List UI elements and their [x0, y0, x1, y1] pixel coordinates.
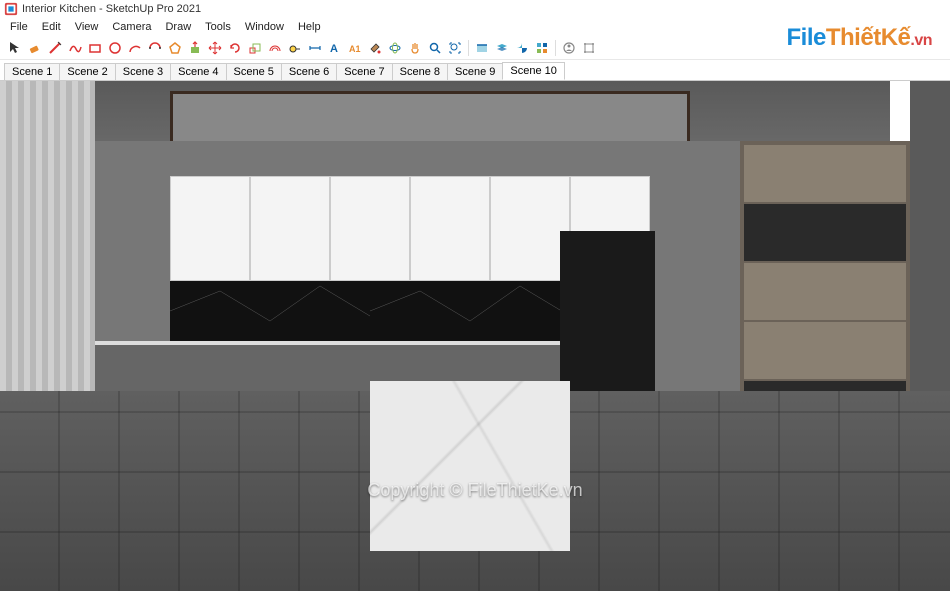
move-tool-icon[interactable]	[206, 39, 224, 57]
offset-tool-icon[interactable]	[266, 39, 284, 57]
scene-tab-5[interactable]: Scene 5	[226, 63, 282, 80]
layers-tool-icon[interactable]	[493, 39, 511, 57]
outliner-tool-icon[interactable]	[560, 39, 578, 57]
freehand-tool-icon[interactable]	[66, 39, 84, 57]
scene-tab-7[interactable]: Scene 7	[336, 63, 392, 80]
watermark-logo-part3: .vn	[910, 32, 932, 49]
scene-tab-1[interactable]: Scene 1	[4, 63, 60, 80]
line-tool-icon[interactable]	[46, 39, 64, 57]
shadows-tool-icon[interactable]	[513, 39, 531, 57]
viewport[interactable]: Copyright © FileThietKe.vn	[0, 80, 950, 591]
window-title: Interior Kitchen - SketchUp Pro 2021	[22, 3, 201, 15]
menu-tools[interactable]: Tools	[199, 20, 237, 34]
svg-text:A: A	[330, 43, 338, 55]
watermark-center-text: Copyright © FileThietKe.vn	[367, 480, 582, 501]
orbit-tool-icon[interactable]	[386, 39, 404, 57]
arc-tool-icon[interactable]	[126, 39, 144, 57]
zoom-tool-icon[interactable]	[426, 39, 444, 57]
circle-tool-icon[interactable]	[106, 39, 124, 57]
zoom-extents-tool-icon[interactable]	[446, 39, 464, 57]
menu-view[interactable]: View	[69, 20, 105, 34]
select-tool-icon[interactable]	[6, 39, 24, 57]
scene-3d-kitchen	[0, 81, 950, 591]
menu-draw[interactable]: Draw	[159, 20, 197, 34]
polygon-tool-icon[interactable]	[166, 39, 184, 57]
scale-tool-icon[interactable]	[246, 39, 264, 57]
components-tool-icon[interactable]	[580, 39, 598, 57]
scene-island	[370, 381, 570, 551]
tape-tool-icon[interactable]	[286, 39, 304, 57]
scene-tab-10[interactable]: Scene 10	[502, 62, 564, 80]
scene-tab-6[interactable]: Scene 6	[281, 63, 337, 80]
title-bar: Interior Kitchen - SketchUp Pro 2021	[0, 0, 950, 18]
pan-tool-icon[interactable]	[406, 39, 424, 57]
scene-tab-4[interactable]: Scene 4	[170, 63, 226, 80]
pushpull-tool-icon[interactable]	[186, 39, 204, 57]
dimension-tool-icon[interactable]	[306, 39, 324, 57]
menu-camera[interactable]: Camera	[106, 20, 157, 34]
scene-tab-3[interactable]: Scene 3	[115, 63, 171, 80]
app-icon	[4, 2, 18, 16]
styles-tool-icon[interactable]	[533, 39, 551, 57]
scene-tab-2[interactable]: Scene 2	[59, 63, 115, 80]
toolbar-separator	[555, 40, 556, 56]
watermark-logo: FileThiếtKế.vn	[787, 24, 932, 52]
scene-tabs-bar: Scene 1 Scene 2 Scene 3 Scene 4 Scene 5 …	[0, 60, 950, 80]
toolbar-separator	[468, 40, 469, 56]
section-tool-icon[interactable]	[473, 39, 491, 57]
menu-help[interactable]: Help	[292, 20, 327, 34]
paint-tool-icon[interactable]	[366, 39, 384, 57]
scene-tab-9[interactable]: Scene 9	[447, 63, 503, 80]
arc2-tool-icon[interactable]	[146, 39, 164, 57]
rotate-tool-icon[interactable]	[226, 39, 244, 57]
text-tool-icon[interactable]: A	[326, 39, 344, 57]
rectangle-tool-icon[interactable]	[86, 39, 104, 57]
svg-text:A1: A1	[349, 44, 361, 54]
menu-edit[interactable]: Edit	[36, 20, 67, 34]
3dtext-tool-icon[interactable]: A1	[346, 39, 364, 57]
eraser-tool-icon[interactable]	[26, 39, 44, 57]
watermark-logo-part2: ThiếtKế	[826, 24, 911, 51]
menu-file[interactable]: File	[4, 20, 34, 34]
scene-tab-8[interactable]: Scene 8	[392, 63, 448, 80]
menu-window[interactable]: Window	[239, 20, 290, 34]
watermark-logo-part1: File	[787, 24, 826, 51]
